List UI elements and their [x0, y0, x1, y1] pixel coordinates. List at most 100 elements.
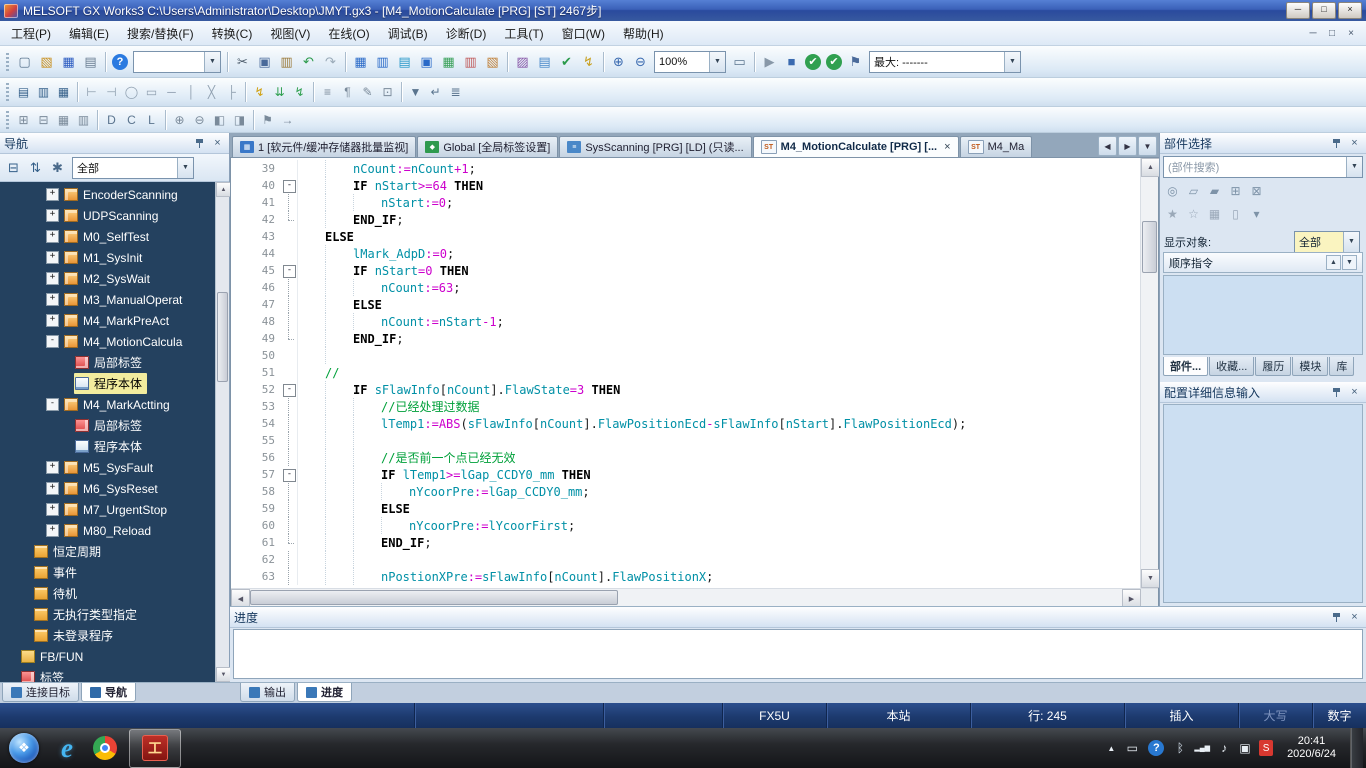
tree-item-2[interactable]: +M0_SelfTest: [0, 226, 215, 247]
h-scroll-track[interactable]: [250, 589, 1122, 606]
tree-item-8[interactable]: 局部标签: [0, 352, 215, 373]
dropdown-icon[interactable]: ▼: [709, 52, 725, 72]
tree-item-18[interactable]: 事件: [0, 562, 215, 583]
signal-bars-icon[interactable]: ▂▄▆: [1194, 740, 1210, 756]
watch-window-icon[interactable]: ▤: [394, 51, 415, 72]
delete-line-icon[interactable]: ╳: [202, 83, 221, 102]
toolbar-grip[interactable]: [6, 111, 9, 129]
code-line-49[interactable]: 49END_IF;: [231, 330, 1140, 347]
note-icon[interactable]: ✎: [358, 83, 377, 102]
nav-filter-combo[interactable]: 全部▼: [72, 157, 194, 179]
tree-item-7[interactable]: -M4_MotionCalcula: [0, 331, 215, 352]
editor-horizontal-scrollbar[interactable]: ◀ ▶: [231, 588, 1158, 606]
cut-icon[interactable]: ✂: [232, 51, 253, 72]
open-project-icon[interactable]: ▧: [36, 51, 57, 72]
parts-lock-icon[interactable]: ⊠: [1247, 181, 1266, 200]
online-change-icon[interactable]: ↯: [290, 83, 309, 102]
menu-item-3[interactable]: 搜索/替换(F): [118, 21, 203, 46]
dropdown-icon[interactable]: ▼: [1343, 232, 1359, 252]
code-line-54[interactable]: 54lTemp1:=ABS(sFlawInfo[nCount].FlawPosi…: [231, 415, 1140, 432]
v-scroll-track[interactable]: [1141, 177, 1158, 569]
expand-icon[interactable]: +: [46, 503, 59, 516]
menu-item-1[interactable]: 工程(P): [2, 21, 60, 46]
tree-item-4[interactable]: +M2_SysWait: [0, 268, 215, 289]
document-tab-3[interactable]: ≡SysScanning [PRG] [LD] (只读...: [559, 136, 751, 157]
document-tab-5[interactable]: STM4_Ma: [960, 136, 1033, 157]
instruction-section-header[interactable]: 顺序指令 ▲▼: [1163, 252, 1363, 273]
mdi-close-button[interactable]: ×: [1343, 28, 1359, 39]
close-panel-button[interactable]: ×: [210, 136, 225, 151]
expand-icon[interactable]: +: [46, 482, 59, 495]
code-line-53[interactable]: 53//已经处理过数据: [231, 398, 1140, 415]
parts-fb-icon[interactable]: ▰: [1205, 181, 1224, 200]
code-line-47[interactable]: 47ELSE: [231, 296, 1140, 313]
close-button[interactable]: ×: [1338, 2, 1362, 19]
pin-button[interactable]: [1329, 136, 1344, 151]
close-panel-button[interactable]: ×: [1347, 136, 1362, 151]
toolbar-grip[interactable]: [6, 53, 9, 71]
code-line-60[interactable]: 60nYcoorPre:=lYcoorFirst;: [231, 517, 1140, 534]
collapse-icon[interactable]: -: [46, 335, 59, 348]
fold-collapse-icon[interactable]: -: [283, 469, 296, 482]
tree-item-21[interactable]: 未登录程序: [0, 625, 215, 646]
program-check-icon[interactable]: ✔: [556, 51, 577, 72]
dropdown-icon[interactable]: ▼: [204, 52, 220, 72]
menu-item-4[interactable]: 转换(C): [203, 21, 262, 46]
taskbar-clock[interactable]: 20:41 2020/6/24: [1280, 735, 1343, 761]
coil-icon[interactable]: ◯: [122, 83, 141, 102]
fold-collapse-icon[interactable]: -: [283, 265, 296, 278]
nav-scrollbar[interactable]: ▲ ▼: [215, 182, 229, 682]
scroll-down-icon[interactable]: ▼: [1141, 569, 1160, 588]
code-line-39[interactable]: 39nCount:=nCount+1;: [231, 160, 1140, 177]
element-panel-tab-5[interactable]: 库: [1329, 357, 1354, 376]
tree-item-14[interactable]: +M6_SysReset: [0, 478, 215, 499]
tab-scroll-right-icon[interactable]: ▶: [1118, 136, 1137, 156]
menu-item-11[interactable]: 帮助(H): [614, 21, 673, 46]
code-line-46[interactable]: 46nCount:=63;: [231, 279, 1140, 296]
label-display-icon[interactable]: L: [142, 110, 161, 129]
mdi-minimize-button[interactable]: ─: [1305, 28, 1321, 39]
fold-collapse-icon[interactable]: -: [283, 384, 296, 397]
tree-collapse-icon[interactable]: ⊟: [3, 157, 24, 178]
menu-item-5[interactable]: 视图(V): [261, 21, 319, 46]
spin-down-icon[interactable]: ▼: [1342, 255, 1357, 270]
element-panel-tab-3[interactable]: 履历: [1255, 357, 1291, 376]
menu-item-9[interactable]: 工具(T): [495, 21, 552, 46]
copy-icon[interactable]: ▣: [254, 51, 275, 72]
h-scroll-thumb[interactable]: [250, 590, 618, 605]
statement-icon[interactable]: ¶: [338, 83, 357, 102]
redo-icon[interactable]: ↷: [320, 51, 341, 72]
tree-item-0[interactable]: +EncoderScanning: [0, 184, 215, 205]
pin-button[interactable]: [192, 136, 207, 151]
display-setting-icon[interactable]: ⊡: [378, 83, 397, 102]
code-line-59[interactable]: 59ELSE: [231, 500, 1140, 517]
code-line-61[interactable]: 61END_IF;: [231, 534, 1140, 551]
code-line-56[interactable]: 56//是否前一个点已经无效: [231, 449, 1140, 466]
parts-find-icon[interactable]: ◎: [1163, 181, 1182, 200]
instruction-list[interactable]: [1163, 275, 1363, 355]
code-line-48[interactable]: 48nCount:=nStart-1;: [231, 313, 1140, 330]
code-line-58[interactable]: 58nYcoorPre:=lGap_CCDY0_mm;: [231, 483, 1140, 500]
fold-collapse-icon[interactable]: -: [283, 180, 296, 193]
wrap-display-icon[interactable]: ↵: [426, 83, 445, 102]
rebuild-icon[interactable]: ↯: [578, 51, 599, 72]
expand-icon[interactable]: +: [46, 209, 59, 222]
expand-icon[interactable]: +: [46, 314, 59, 327]
zoom-combo[interactable]: 100%▼: [654, 51, 726, 73]
display-target-combo[interactable]: 全部▼: [1294, 231, 1360, 253]
element-panel-tab-1[interactable]: 部件...: [1163, 357, 1208, 376]
branch-icon[interactable]: ├: [222, 83, 241, 102]
tree-item-6[interactable]: +M4_MarkPreAct: [0, 310, 215, 331]
gx-works3-taskbar-button[interactable]: 工: [129, 729, 181, 768]
code-area[interactable]: 39nCount:=nCount+1;40-IF nStart>=64 THEN…: [231, 158, 1140, 588]
horizontal-line-icon[interactable]: ─: [162, 83, 181, 102]
code-line-52[interactable]: 52-IF sFlawInfo[nCount].FlawState=3 THEN: [231, 381, 1140, 398]
minimize-button[interactable]: ─: [1286, 2, 1310, 19]
element-panel-tab-2[interactable]: 收藏...: [1209, 357, 1254, 376]
tree-item-5[interactable]: +M3_ManualOperat: [0, 289, 215, 310]
insert-row-icon[interactable]: ⊕: [170, 110, 189, 129]
output-window-icon[interactable]: ▦: [54, 83, 73, 102]
monitor-start-icon[interactable]: ▶: [759, 51, 780, 72]
expand-icon[interactable]: +: [46, 188, 59, 201]
code-line-42[interactable]: 42END_IF;: [231, 211, 1140, 228]
